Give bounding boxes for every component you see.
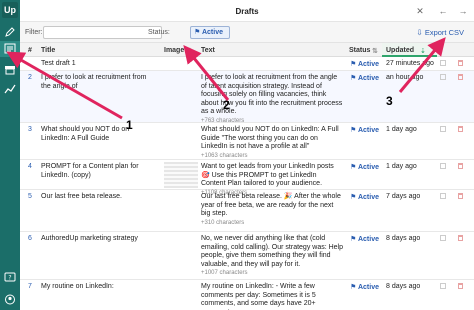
help-icon[interactable]: ? (4, 272, 16, 283)
row-status: ⚑ Active (350, 194, 379, 201)
page-title: Drafts (235, 7, 259, 16)
sort-arrows-icon[interactable]: ⇅ (372, 47, 378, 55)
side-rail: Up ? (0, 0, 20, 310)
row-status: ⚑ Active (350, 75, 379, 82)
col-status[interactable]: Status (349, 47, 370, 54)
col-image[interactable]: Image (164, 47, 184, 54)
table-row[interactable]: 6 AuthoredUp marketing strategy No, we n… (20, 232, 474, 280)
edit-icon[interactable] (440, 163, 446, 169)
chart-icon[interactable] (4, 83, 16, 94)
delete-icon[interactable] (458, 163, 463, 169)
row-number: 2 (28, 74, 32, 81)
table-header: # Title Image ⇅ Text Status ⇅ Updated ⇣ (20, 43, 474, 57)
table-row[interactable]: Test draft 1 ⚑ Active 27 minutes ago (20, 57, 474, 71)
account-icon[interactable] (4, 294, 16, 305)
app-logo[interactable]: Up (2, 2, 18, 18)
delete-icon[interactable] (458, 74, 463, 80)
row-updated: 8 days ago (386, 235, 421, 242)
archive-icon[interactable] (4, 64, 16, 75)
col-updated[interactable]: Updated (386, 47, 414, 54)
table-row[interactable]: 4 PROMPT for a Content plan for LinkedIn… (20, 160, 474, 196)
row-updated: 1 day ago (386, 126, 417, 133)
row-number: 3 (28, 126, 32, 133)
edit-icon[interactable] (440, 193, 446, 199)
title-bar: Drafts ✕ ← → (20, 0, 474, 22)
row-status: ⚑ Active (350, 236, 379, 243)
row-text: What should you NOT do on LinkedIn: A Fu… (201, 126, 339, 159)
edit-icon[interactable] (440, 60, 446, 66)
row-text: My routine on LinkedIn: - Write a few co… (201, 283, 316, 310)
svg-text:?: ? (8, 275, 11, 282)
filter-label: Filter: (25, 29, 43, 36)
row-updated: 27 minutes ago (386, 60, 434, 67)
row-text: Our last free beta release. 🎉 After the … (201, 193, 341, 226)
col-num: # (28, 47, 32, 54)
back-arrow-icon[interactable]: ← (437, 5, 449, 17)
col-text[interactable]: Text (201, 47, 215, 54)
drafts-table: Test draft 1 ⚑ Active 27 minutes ago 2 I… (20, 57, 474, 310)
delete-icon[interactable] (458, 235, 463, 241)
row-status: ⚑ Active (350, 127, 379, 134)
row-status: ⚑ Active (350, 284, 379, 291)
pencil-icon[interactable] (4, 27, 16, 38)
sort-desc-icon[interactable]: ⇣ (420, 47, 426, 55)
col-title[interactable]: Title (41, 47, 55, 54)
row-title[interactable]: I prefer to look at recruitment from the… (41, 74, 154, 91)
status-label: Status: (148, 29, 170, 36)
edit-icon[interactable] (440, 126, 446, 132)
status-select[interactable]: ⚑ Active (190, 26, 230, 39)
row-updated: 7 days ago (386, 193, 421, 200)
row-title[interactable]: My routine on LinkedIn: (41, 283, 154, 292)
edit-icon[interactable] (440, 283, 446, 289)
row-status: ⚑ Active (350, 61, 379, 68)
row-text: I prefer to look at recruitment from the… (201, 74, 343, 124)
table-row[interactable]: 2 I prefer to look at recruitment from t… (20, 71, 474, 124)
row-title[interactable]: PROMPT for a Content plan for LinkedIn. … (41, 163, 154, 180)
row-image-thumbnail[interactable] (164, 162, 198, 188)
row-title[interactable]: What should you NOT do on LinkedIn: A Fu… (41, 126, 154, 143)
row-text: No, we never did anything like that (col… (201, 235, 344, 276)
edit-icon[interactable] (440, 235, 446, 241)
filter-bar: Filter: Status: ⚑ Active ⇩ Export CSV (20, 22, 474, 43)
row-title[interactable]: Test draft 1 (41, 60, 154, 69)
table-row[interactable]: 5 Our last free beta release. Our last f… (20, 190, 474, 232)
delete-icon[interactable] (458, 283, 463, 289)
row-number: 4 (28, 163, 32, 170)
forward-arrow-icon[interactable]: → (457, 5, 469, 17)
delete-icon[interactable] (458, 60, 463, 66)
table-row[interactable]: 7 My routine on LinkedIn: My routine on … (20, 280, 474, 310)
row-updated: 1 day ago (386, 163, 417, 170)
export-csv-button[interactable]: ⇩ Export CSV (416, 28, 464, 37)
drafts-icon[interactable] (0, 41, 20, 57)
delete-icon[interactable] (458, 126, 463, 132)
status-select-value: Active (201, 29, 223, 36)
row-title[interactable]: AuthoredUp marketing strategy (41, 235, 154, 244)
row-number: 6 (28, 235, 32, 242)
row-number: 7 (28, 283, 32, 290)
edit-icon[interactable] (440, 74, 446, 80)
row-number: 5 (28, 193, 32, 200)
delete-icon[interactable] (458, 193, 463, 199)
close-icon[interactable]: ✕ (414, 5, 426, 17)
row-status: ⚑ Active (350, 164, 379, 171)
download-icon: ⇩ (416, 28, 425, 37)
filter-input[interactable] (43, 26, 162, 39)
row-title[interactable]: Our last free beta release. (41, 193, 154, 202)
row-updated: an hour ago (386, 74, 424, 81)
export-csv-label: Export CSV (424, 28, 464, 37)
table-row[interactable]: 3 What should you NOT do on LinkedIn: A … (20, 123, 474, 160)
sort-arrows-icon[interactable]: ⇅ (186, 47, 192, 55)
flag-icon: ⚑ (194, 29, 202, 36)
row-updated: 8 days ago (386, 283, 421, 290)
